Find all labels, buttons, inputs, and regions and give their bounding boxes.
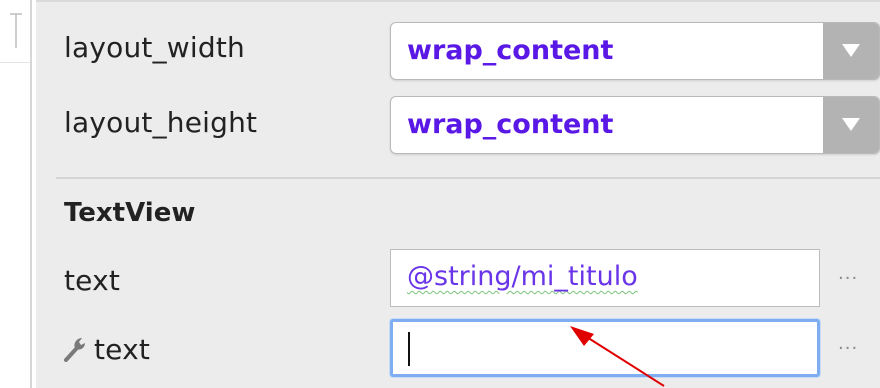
panel-top-border bbox=[36, 0, 880, 2]
chevron-down-icon bbox=[842, 44, 860, 57]
layout-height-value: wrap_content bbox=[407, 109, 614, 140]
text-attr-input[interactable]: @string/mi_titulo bbox=[390, 249, 820, 307]
left-panel-gutter bbox=[0, 0, 36, 388]
wrench-icon bbox=[64, 338, 85, 362]
section-separator bbox=[56, 177, 880, 179]
tools-text-attr-input[interactable] bbox=[390, 319, 820, 377]
layout-height-dropdown-button[interactable] bbox=[823, 97, 879, 153]
chevron-down-icon bbox=[842, 118, 860, 131]
layout-width-value: wrap_content bbox=[407, 35, 614, 66]
layout-height-label: layout_height bbox=[64, 106, 258, 139]
layout-width-combo[interactable]: wrap_content bbox=[390, 22, 880, 80]
layout-width-dropdown-button[interactable] bbox=[823, 23, 879, 79]
text-attr-value: @string/mi_titulo bbox=[407, 261, 638, 292]
text-attr-more-button[interactable]: ... bbox=[838, 263, 858, 284]
attributes-panel: layout_width wrap_content layout_height … bbox=[36, 0, 880, 388]
panel-divider[interactable] bbox=[30, 0, 32, 388]
layout-width-label: layout_width bbox=[64, 31, 245, 64]
tree-connector-icon bbox=[10, 13, 22, 48]
gutter-separator bbox=[0, 62, 30, 63]
tools-text-attr-more-button[interactable]: ... bbox=[838, 333, 858, 354]
text-cursor bbox=[408, 332, 410, 366]
tools-text-attr-label: text bbox=[94, 333, 151, 366]
text-attr-label: text bbox=[64, 264, 121, 297]
layout-height-combo[interactable]: wrap_content bbox=[390, 96, 880, 154]
textview-section-title: TextView bbox=[64, 198, 196, 228]
text-attr-value-text: @string/mi_titulo bbox=[407, 261, 638, 292]
